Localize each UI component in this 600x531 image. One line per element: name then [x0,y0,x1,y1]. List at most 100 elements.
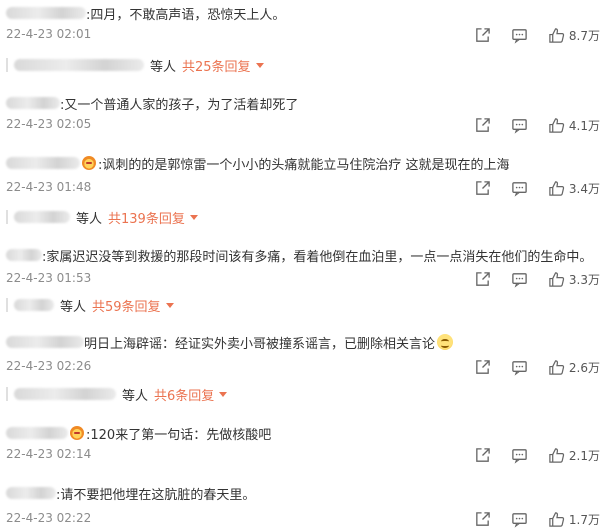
comment-text: 明日上海辟谣：经证实外卖小哥被撞系谣言，已删除相关言论 [84,336,436,352]
like-button[interactable]: 3.3万 [548,271,600,288]
comment-button[interactable] [511,359,528,376]
like-count: 4.1万 [568,118,600,133]
comment-button[interactable] [511,511,528,528]
share-icon [476,180,490,195]
comment-icon [512,118,527,134]
blurred-reply-user [14,211,70,223]
reply-users-suffix: 等人 [150,59,177,75]
like-count: 2.1万 [568,448,600,463]
chevron-down-icon[interactable] [255,62,264,68]
member-badge-icon [82,156,96,170]
chevron-down-icon[interactable] [189,214,198,220]
comment-time: 22-4-23 02:22 [6,511,92,525]
comment-text-line: 明日上海辟谣：经证实外卖小哥被撞系谣言，已删除相关言论 [6,331,454,353]
comment-icon [512,360,527,376]
reply-users-suffix: 等人 [76,211,103,227]
reply-users-suffix: 等人 [122,388,149,404]
reply-summary: 等人 共139条回复 [6,206,198,228]
comment-text: :请不要把他埋在这肮脏的春天里。 [56,487,256,503]
comment-actions: 8.7万 [454,24,600,46]
like-icon [549,359,565,375]
comment-actions: 2.1万 [454,444,600,466]
share-button[interactable] [474,180,491,197]
comment-time: 22-4-23 02:14 [6,447,92,461]
comment-time: 22-4-23 02:05 [6,117,92,131]
share-icon [476,27,490,42]
like-icon [549,117,565,133]
reply-summary: 等人 共6条回复 [6,383,228,405]
view-replies-link[interactable]: 共139条回复 [108,208,185,227]
member-badge-icon [70,426,84,440]
view-replies-link[interactable]: 共6条回复 [154,385,214,404]
reply-divider [6,298,8,312]
comment-time: 22-4-23 02:01 [6,27,92,41]
blurred-username [6,249,42,261]
like-icon [549,27,565,43]
blurred-reply-user [14,299,54,311]
like-button[interactable]: 8.7万 [548,27,600,44]
share-icon [476,447,490,462]
like-count: 8.7万 [568,28,600,43]
comment-actions: 1.7万 [454,508,600,530]
like-button[interactable]: 4.1万 [548,117,600,134]
reply-summary: 等人 共25条回复 [6,54,264,76]
blurred-username [6,7,86,19]
like-count: 3.4万 [568,181,600,196]
comment-text-line: :120来了第一句话：先做核酸吧 [6,422,271,444]
comment-button[interactable] [511,27,528,44]
like-icon [549,511,565,527]
share-button[interactable] [474,271,491,288]
comment-text-line: :请不要把他埋在这肮脏的春天里。 [6,482,255,504]
blurred-username [6,427,68,439]
comment-icon [512,28,527,44]
blurred-reply-user [14,388,116,400]
view-replies-link[interactable]: 共25条回复 [182,56,251,75]
comment-icon [512,512,527,528]
reply-divider [6,210,8,224]
chevron-down-icon[interactable] [219,391,228,397]
share-icon [476,511,490,526]
reply-summary: 等人 共59条回复 [6,294,174,316]
like-count: 1.7万 [568,512,600,527]
share-button[interactable] [474,117,491,134]
comment-text-line: :又一个普通人家的孩子，为了活着却死了 [6,92,298,114]
blurred-username [6,97,60,109]
like-button[interactable]: 2.6万 [548,359,600,376]
view-replies-link[interactable]: 共59条回复 [92,296,161,315]
comment-text: :120来了第一句话：先做核酸吧 [86,427,272,443]
comment-actions: 3.4万 [454,177,600,199]
like-button[interactable]: 3.4万 [548,180,600,197]
blurred-username [6,487,56,499]
smile-emoji-icon [437,334,454,350]
share-button[interactable] [474,511,491,528]
share-button[interactable] [474,359,491,376]
reply-divider [6,387,8,401]
share-icon [476,271,490,286]
like-button[interactable]: 2.1万 [548,447,600,464]
share-button[interactable] [474,27,491,44]
comment-time: 22-4-23 02:26 [6,359,92,373]
share-button[interactable] [474,447,491,464]
share-icon [476,359,490,374]
comment-text: :家属迟迟没等到救援的那段时间该有多痛，看着他倒在血泊里，一点一点消失在他们的生… [42,249,593,265]
comment-button[interactable] [511,180,528,197]
comment-text: :四月，不敢高声语，恐惊天上人。 [86,7,286,23]
like-count: 3.3万 [568,272,600,287]
comment-text: :讽刺的的是郭惊雷一个小小的头痛就能立马住院治疗 这就是现在的上海 [98,157,510,173]
comment-text-line: :家属迟迟没等到救援的那段时间该有多痛，看着他倒在血泊里，一点一点消失在他们的生… [6,244,592,266]
comment-button[interactable] [511,117,528,134]
comment-icon [512,272,527,288]
comment-icon [512,181,527,197]
comment-button[interactable] [511,271,528,288]
like-icon [549,180,565,196]
like-icon [549,447,565,463]
comment-time: 22-4-23 01:53 [6,271,92,285]
share-icon [476,117,490,132]
chevron-down-icon[interactable] [165,302,174,308]
like-button[interactable]: 1.7万 [548,511,600,528]
comment-button[interactable] [511,447,528,464]
blurred-username [6,157,80,169]
like-count: 2.6万 [568,360,600,375]
comment-time: 22-4-23 01:48 [6,180,92,194]
comment-icon [512,448,527,464]
